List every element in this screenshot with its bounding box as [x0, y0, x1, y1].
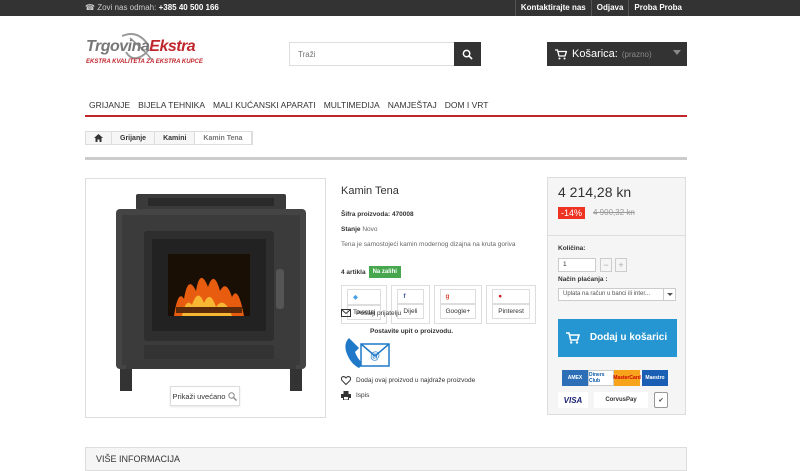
payment-select[interactable]: Uplata na račun u banci ili inter... [558, 288, 676, 301]
tweet-button[interactable]: ◆ Tweetaj [341, 285, 388, 324]
menu-item-namjestaj[interactable]: NAMJEŠTAJ [384, 95, 441, 115]
condition-value: Novo [362, 226, 378, 233]
print-link[interactable]: Ispis [341, 391, 369, 400]
envelope-icon [341, 309, 351, 317]
twitter-icon: ◆ [347, 289, 382, 305]
cart-icon [555, 48, 567, 59]
product-image[interactable] [86, 179, 325, 417]
condition-label: Stanje [341, 226, 361, 233]
product-sku: Šifra proizvoda: 470008 [341, 211, 414, 218]
top-links: Kontaktirajte nas Odjava Proba Proba [514, 0, 687, 16]
search-button[interactable] [454, 42, 481, 66]
logo-text: TrgovinaEkstra [86, 38, 196, 55]
more-info-tab[interactable]: VIŠE INFORMACIJA [85, 447, 687, 471]
wishlist-label: Dodaj ovaj proizvod u najdraže proizvode [356, 377, 476, 384]
shield-icon: ✔ [654, 392, 668, 408]
facebook-share-button[interactable]: f Dijeli [391, 285, 430, 324]
product-condition: Stanje Novo [341, 226, 378, 233]
menu-item-bijela-tehnika[interactable]: BIJELA TEHNIKA [134, 95, 209, 115]
logo-tagline: EKSTRA KVALITETA ZA EKSTRA KUPCE [86, 59, 203, 65]
print-label: Ispis [356, 392, 370, 399]
add-to-cart-button[interactable]: Dodaj u košarici [558, 319, 677, 357]
product-image-box[interactable] [85, 178, 326, 418]
googleplus-icon: g [439, 289, 477, 304]
phone-info: ☎ Zovi nas odmah: +385 40 500 166 [85, 3, 219, 12]
payment-label: Način plaćanja : [558, 276, 608, 283]
send-to-friend-link[interactable]: Pošalji prijatelju [341, 309, 401, 317]
add-to-cart-label: Dodaj u košarici [589, 332, 668, 343]
logout-link[interactable]: Odjava [590, 0, 629, 16]
facebook-icon: f [397, 289, 424, 304]
pinterest-share-button[interactable]: ● Pinterest [486, 285, 536, 324]
menu-item-mali-kucanski-aparati[interactable]: MALI KUĆANSKI APARATI [209, 95, 320, 115]
corvuspay-icon: CorvusPay [594, 392, 648, 408]
cart-label: Košarica: [572, 48, 618, 60]
divider [85, 157, 687, 160]
stock-info: 4 artikla Na zalihi [341, 266, 401, 278]
search-input[interactable] [290, 43, 450, 65]
menu-item-grijanje[interactable]: GRIJANJE [85, 95, 134, 115]
search-icon [462, 49, 473, 60]
product-description: Tena je samostojeći kamin modernog dizaj… [341, 241, 516, 248]
cart-status: (prazno) [621, 49, 652, 59]
maestro-icon: Maestro [642, 370, 668, 386]
visa-icon: VISA [558, 392, 588, 408]
amex-icon: AMEX [562, 370, 588, 386]
pinterest-icon: ● [492, 289, 530, 304]
payment-selected-value: Uplata na račun u banci ili inter... [563, 291, 651, 297]
search-box [289, 42, 481, 66]
account-link[interactable]: Proba Proba [628, 0, 687, 16]
buy-box: 4 214,28 kn -14% 4 900,32 kn Količina: 1… [547, 177, 686, 415]
quantity-increase-button[interactable]: + [615, 258, 627, 272]
phone-number[interactable]: +385 40 500 166 [159, 3, 219, 12]
stock-badge: Na zalihi [368, 266, 401, 278]
cart-button[interactable]: Košarica: (prazno) [547, 42, 687, 66]
breadcrumb-home[interactable] [86, 132, 112, 144]
heart-icon [341, 376, 351, 385]
divider [548, 235, 685, 236]
cart-icon [566, 332, 580, 344]
menu-item-multimedija[interactable]: MULTIMEDIJA [320, 95, 384, 115]
more-info-title: VIŠE INFORMACIJA [96, 454, 181, 464]
phone-label: Zovi nas odmah: [97, 3, 157, 12]
product-title: Kamin Tena [341, 185, 399, 197]
phone-icon: ☎ [85, 3, 95, 12]
breadcrumb-grijanje[interactable]: Grijanje [112, 132, 156, 144]
googleplus-share-button[interactable]: g Google+ [433, 285, 483, 324]
mastercard-icon: MasterCard [613, 370, 641, 386]
inquiry-mail-icon[interactable]: @ [341, 334, 391, 374]
product-price: 4 214,28 kn [558, 184, 632, 200]
discount-badge: -14% [558, 207, 586, 219]
breadcrumb: Grijanje Kamini Kamin Tena [85, 131, 253, 145]
home-icon [94, 134, 103, 142]
send-to-friend-label: Pošalji prijatelju [356, 309, 402, 317]
chevron-down-icon [663, 289, 675, 300]
sku-label: Šifra proizvoda: [341, 211, 391, 218]
breadcrumb-current: Kamin Tena [195, 132, 252, 144]
svg-text:@: @ [370, 351, 380, 362]
zoom-label: Prikaži uvećano [172, 391, 226, 401]
zoom-icon [228, 391, 238, 401]
site-logo[interactable]: TrgovinaEkstra EKSTRA KVALITETA ZA EKSTR… [86, 33, 203, 72]
old-price: 4 900,32 kn [593, 208, 635, 217]
sku-value: 470008 [391, 211, 414, 218]
quantity-input[interactable]: 1 [558, 258, 596, 272]
stock-count: 4 artikla [341, 268, 366, 276]
diners-club-icon: Diners Club [588, 370, 614, 386]
share-buttons: ◆ Tweetaj f Dijeli g Google+ ● Pinterest [341, 285, 536, 324]
main-menu: GRIJANJE BIJELA TEHNIKA MALI KUĆANSKI AP… [85, 95, 687, 117]
zoom-button[interactable]: Prikaži uvećano [170, 386, 240, 406]
contact-link[interactable]: Kontaktirajte nas [514, 0, 591, 16]
print-icon [341, 391, 351, 400]
wishlist-link[interactable]: Dodaj ovaj proizvod u najdraže proizvode [341, 376, 475, 385]
top-bar: ☎ Zovi nas odmah: +385 40 500 166 Kontak… [0, 0, 800, 16]
chevron-down-icon [673, 50, 681, 55]
quantity-label: Količina: [558, 245, 586, 252]
menu-item-dom-i-vrt[interactable]: DOM I VRT [441, 95, 493, 115]
quantity-decrease-button[interactable]: − [600, 258, 612, 272]
breadcrumb-kamini[interactable]: Kamini [155, 132, 196, 144]
